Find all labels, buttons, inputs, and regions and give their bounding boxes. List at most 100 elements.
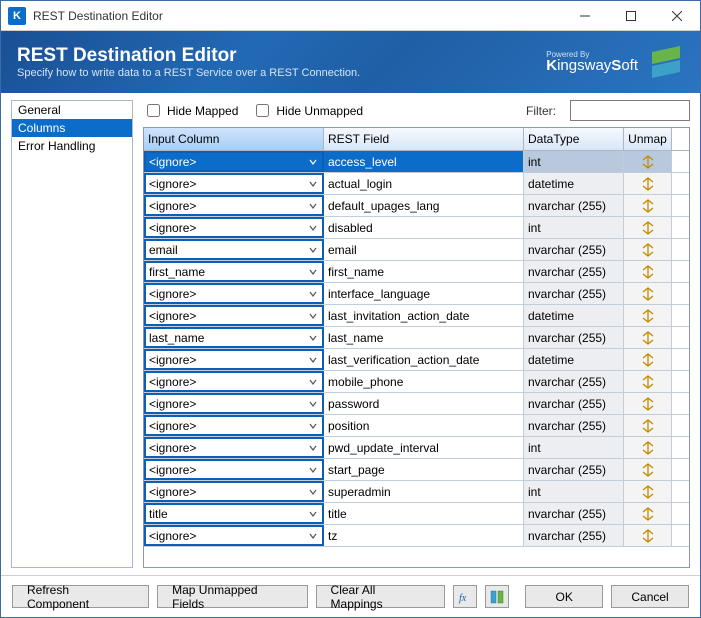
sidebar-item-error-handling[interactable]: Error Handling [12, 137, 132, 155]
rest-field-cell[interactable]: disabled [324, 217, 524, 238]
unmap-cell[interactable] [624, 327, 672, 348]
col-header-unmap[interactable]: Unmap [624, 128, 672, 150]
clear-mappings-button[interactable]: Clear All Mappings [316, 585, 446, 608]
close-button[interactable] [654, 1, 700, 31]
columns-options-button[interactable] [485, 585, 509, 608]
table-row[interactable]: <ignore>start_pagenvarchar (255) [144, 459, 689, 481]
input-column-cell[interactable]: <ignore> [144, 371, 324, 392]
rest-field-cell[interactable]: actual_login [324, 173, 524, 194]
rest-field-cell[interactable]: email [324, 239, 524, 260]
rest-field-cell[interactable]: interface_language [324, 283, 524, 304]
sidebar-item-columns[interactable]: Columns [12, 119, 132, 137]
chevron-down-icon[interactable] [305, 462, 321, 477]
chevron-down-icon[interactable] [305, 506, 321, 521]
col-header-type[interactable]: DataType [524, 128, 624, 150]
unmap-cell[interactable] [624, 437, 672, 458]
unmap-cell[interactable] [624, 173, 672, 194]
rest-field-cell[interactable]: last_name [324, 327, 524, 348]
table-row[interactable]: <ignore>mobile_phonenvarchar (255) [144, 371, 689, 393]
cancel-button[interactable]: Cancel [611, 585, 689, 608]
chevron-down-icon[interactable] [305, 528, 321, 543]
unmap-cell[interactable] [624, 415, 672, 436]
unmap-cell[interactable] [624, 217, 672, 238]
input-column-cell[interactable]: <ignore> [144, 151, 324, 172]
chevron-down-icon[interactable] [305, 308, 321, 323]
hide-mapped-input[interactable] [147, 104, 160, 117]
unmap-cell[interactable] [624, 503, 672, 524]
rest-field-cell[interactable]: position [324, 415, 524, 436]
input-column-cell[interactable]: <ignore> [144, 459, 324, 480]
table-row[interactable]: <ignore>actual_logindatetime [144, 173, 689, 195]
table-row[interactable]: <ignore>access_levelint [144, 151, 689, 173]
minimize-button[interactable] [562, 1, 608, 31]
sidebar-item-general[interactable]: General [12, 101, 132, 119]
hide-unmapped-input[interactable] [256, 104, 269, 117]
chevron-down-icon[interactable] [305, 330, 321, 345]
unmap-cell[interactable] [624, 239, 672, 260]
chevron-down-icon[interactable] [305, 264, 321, 279]
unmap-cell[interactable] [624, 525, 672, 546]
table-row[interactable]: <ignore>tznvarchar (255) [144, 525, 689, 547]
rest-field-cell[interactable]: superadmin [324, 481, 524, 502]
rest-field-cell[interactable]: default_upages_lang [324, 195, 524, 216]
table-row[interactable]: emailemailnvarchar (255) [144, 239, 689, 261]
unmap-cell[interactable] [624, 393, 672, 414]
chevron-down-icon[interactable] [305, 374, 321, 389]
table-row[interactable]: last_namelast_namenvarchar (255) [144, 327, 689, 349]
unmap-cell[interactable] [624, 261, 672, 282]
input-column-cell[interactable]: first_name [144, 261, 324, 282]
input-column-cell[interactable]: email [144, 239, 324, 260]
input-column-cell[interactable]: <ignore> [144, 217, 324, 238]
rest-field-cell[interactable]: tz [324, 525, 524, 546]
table-row[interactable]: <ignore>interface_languagenvarchar (255) [144, 283, 689, 305]
unmap-cell[interactable] [624, 349, 672, 370]
table-row[interactable]: <ignore>passwordnvarchar (255) [144, 393, 689, 415]
input-column-cell[interactable]: <ignore> [144, 173, 324, 194]
table-row[interactable]: <ignore>last_verification_action_datedat… [144, 349, 689, 371]
table-row[interactable]: <ignore>positionnvarchar (255) [144, 415, 689, 437]
input-column-cell[interactable]: <ignore> [144, 393, 324, 414]
chevron-down-icon[interactable] [305, 418, 321, 433]
chevron-down-icon[interactable] [305, 440, 321, 455]
hide-unmapped-checkbox[interactable]: Hide Unmapped [252, 101, 363, 120]
input-column-cell[interactable]: <ignore> [144, 305, 324, 326]
table-row[interactable]: <ignore>superadminint [144, 481, 689, 503]
chevron-down-icon[interactable] [305, 396, 321, 411]
unmap-cell[interactable] [624, 195, 672, 216]
chevron-down-icon[interactable] [305, 286, 321, 301]
table-row[interactable]: <ignore>default_upages_langnvarchar (255… [144, 195, 689, 217]
input-column-cell[interactable]: <ignore> [144, 283, 324, 304]
grid-body[interactable]: <ignore>access_levelint<ignore>actual_lo… [144, 151, 689, 567]
table-row[interactable]: first_namefirst_namenvarchar (255) [144, 261, 689, 283]
ok-button[interactable]: OK [525, 585, 603, 608]
input-column-cell[interactable]: <ignore> [144, 525, 324, 546]
input-column-cell[interactable]: last_name [144, 327, 324, 348]
chevron-down-icon[interactable] [305, 220, 321, 235]
chevron-down-icon[interactable] [305, 176, 321, 191]
unmap-cell[interactable] [624, 459, 672, 480]
rest-field-cell[interactable]: password [324, 393, 524, 414]
hide-mapped-checkbox[interactable]: Hide Mapped [143, 101, 238, 120]
table-row[interactable]: <ignore>disabledint [144, 217, 689, 239]
unmap-cell[interactable] [624, 305, 672, 326]
chevron-down-icon[interactable] [305, 154, 321, 169]
refresh-component-button[interactable]: Refresh Component [12, 585, 149, 608]
rest-field-cell[interactable]: last_verification_action_date [324, 349, 524, 370]
unmap-cell[interactable] [624, 371, 672, 392]
input-column-cell[interactable]: <ignore> [144, 415, 324, 436]
rest-field-cell[interactable]: access_level [324, 151, 524, 172]
input-column-cell[interactable]: <ignore> [144, 195, 324, 216]
chevron-down-icon[interactable] [305, 242, 321, 257]
chevron-down-icon[interactable] [305, 484, 321, 499]
table-row[interactable]: titletitlenvarchar (255) [144, 503, 689, 525]
expression-button[interactable]: fx [453, 585, 477, 608]
unmap-cell[interactable] [624, 481, 672, 502]
chevron-down-icon[interactable] [305, 352, 321, 367]
input-column-cell[interactable]: title [144, 503, 324, 524]
map-unmapped-button[interactable]: Map Unmapped Fields [157, 585, 307, 608]
input-column-cell[interactable]: <ignore> [144, 437, 324, 458]
input-column-cell[interactable]: <ignore> [144, 349, 324, 370]
filter-input[interactable] [570, 100, 690, 121]
table-row[interactable]: <ignore>pwd_update_intervalint [144, 437, 689, 459]
rest-field-cell[interactable]: first_name [324, 261, 524, 282]
